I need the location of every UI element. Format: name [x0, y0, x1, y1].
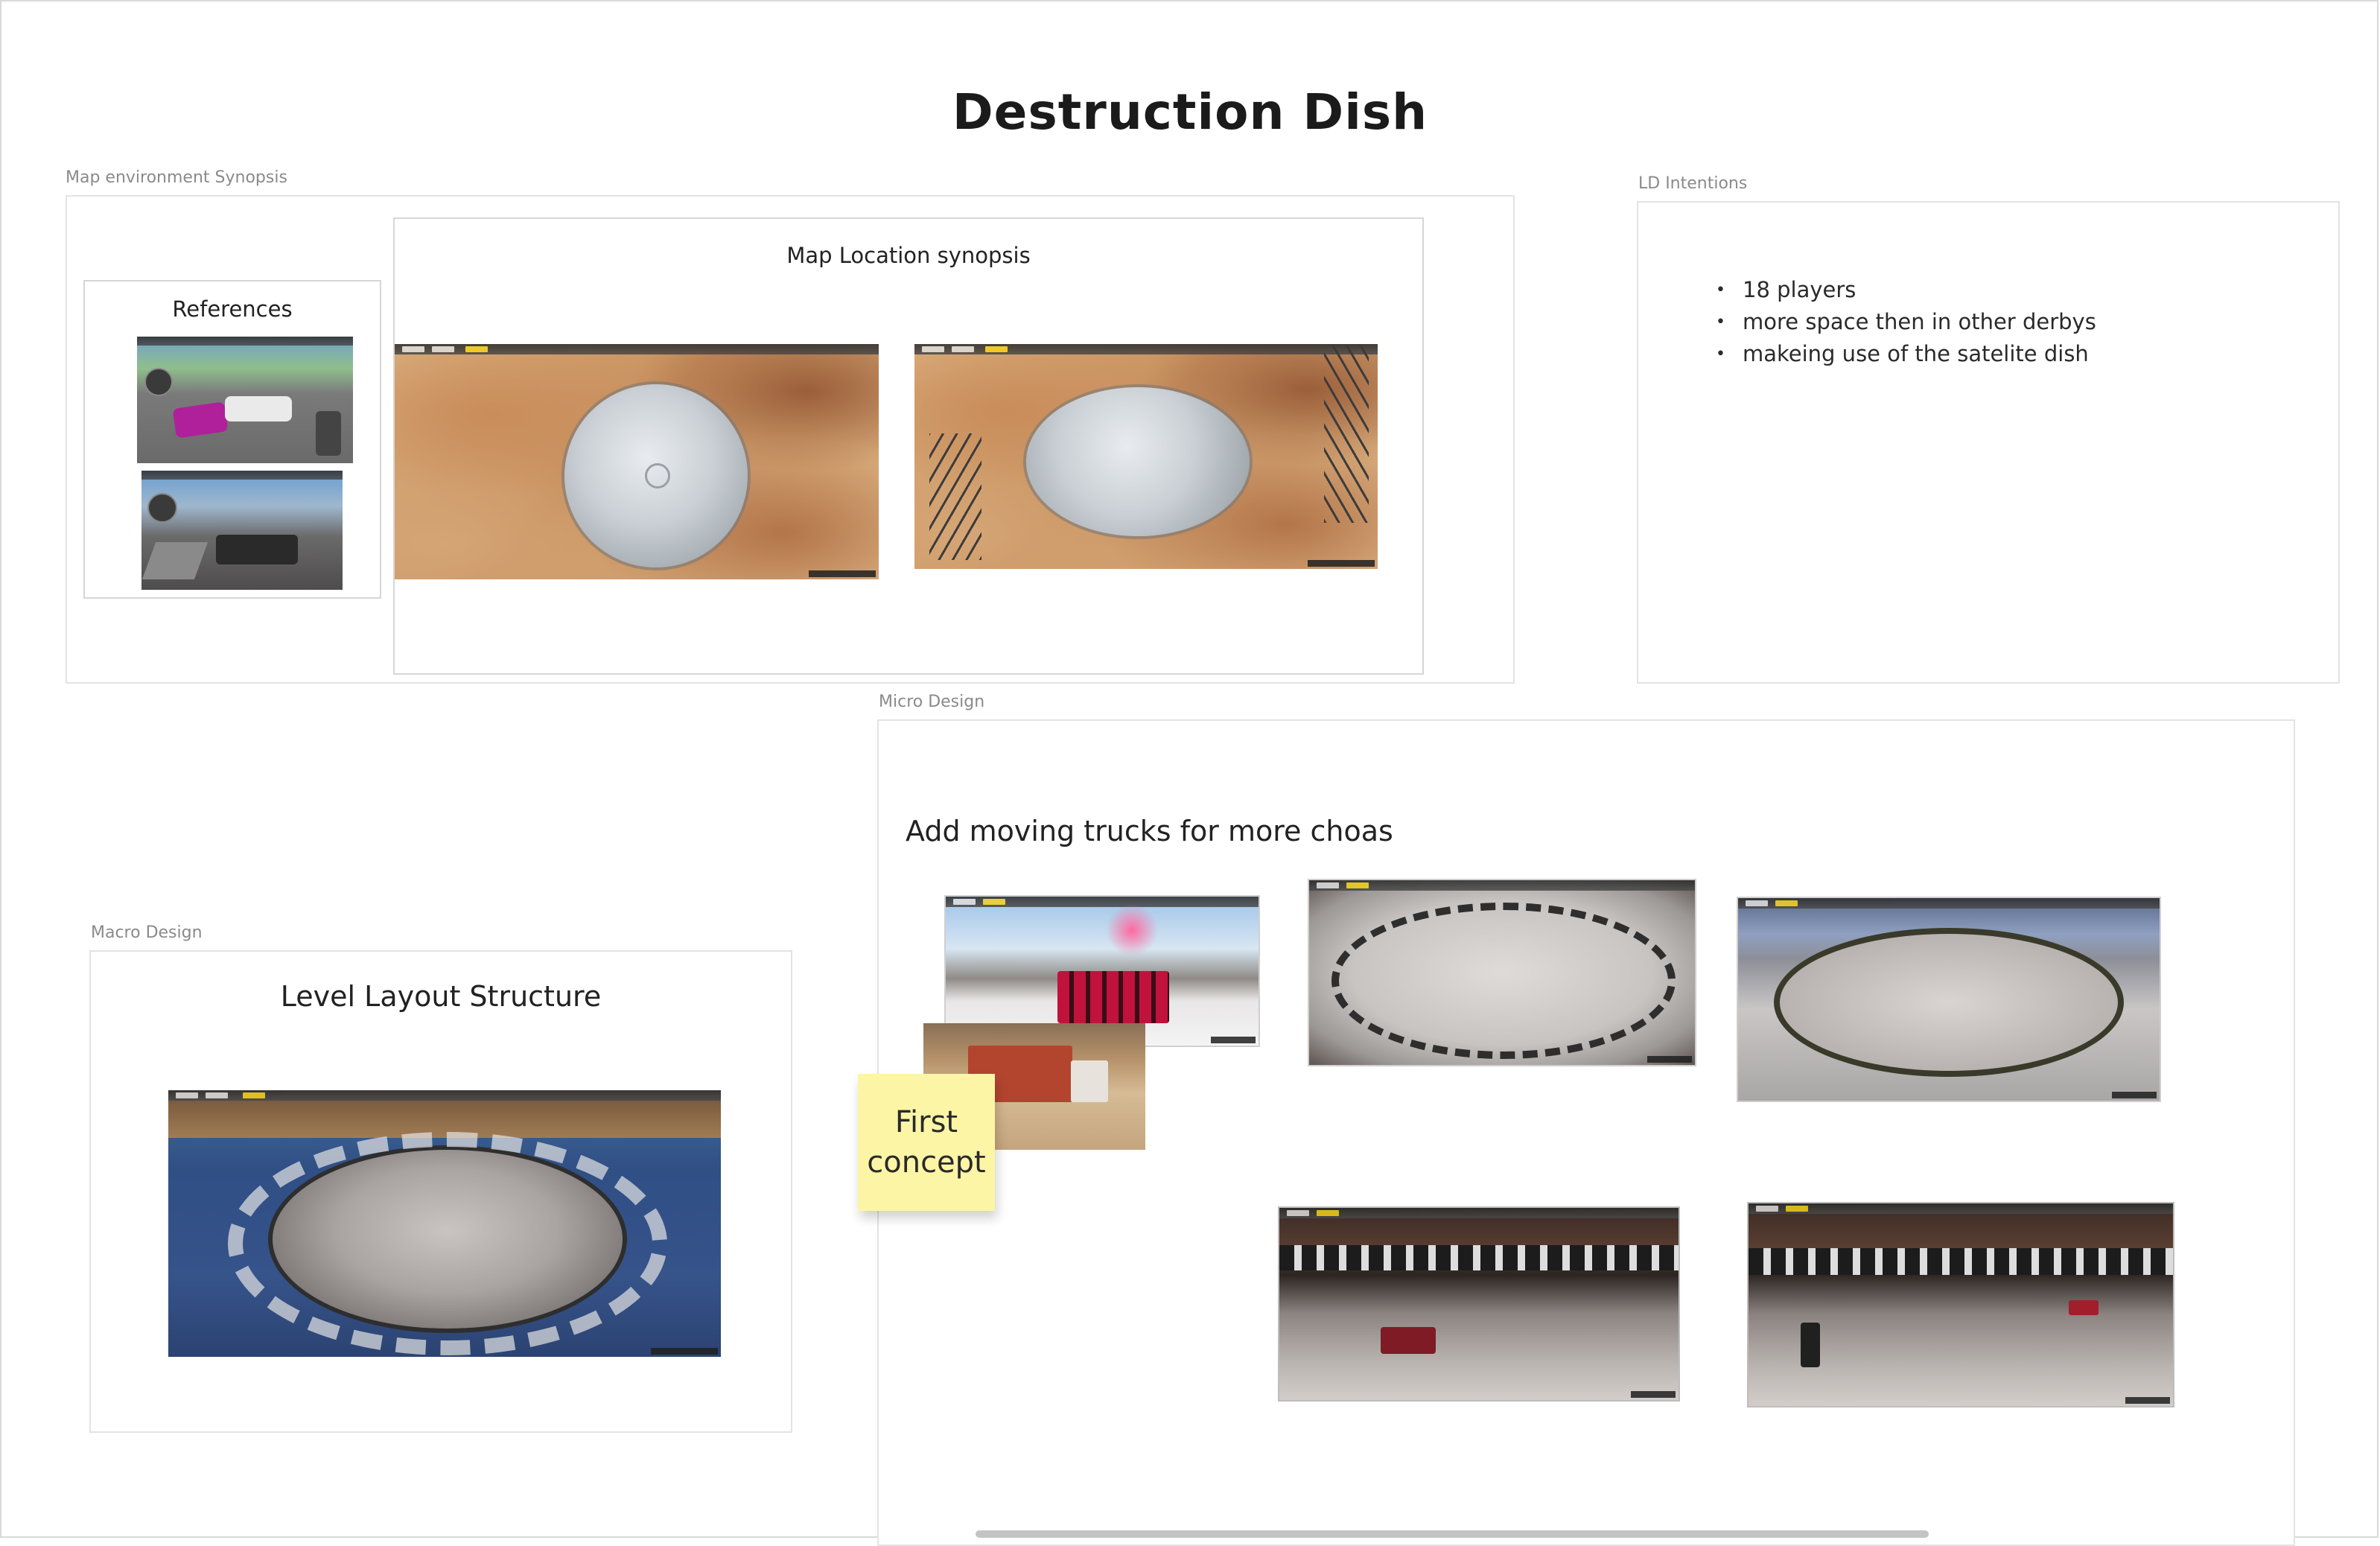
horizontal-scrollbar[interactable]	[976, 1530, 1929, 1538]
reference-image-1[interactable]	[137, 337, 353, 463]
macro-level-layout-image[interactable]	[168, 1090, 721, 1357]
references-frame[interactable]: References	[83, 280, 381, 599]
frame-label-ld-intentions: LD Intentions	[1638, 174, 1748, 193]
micro-design-heading: Add moving trucks for more choas	[906, 815, 1393, 847]
ld-intentions-list: 18 players more space then in other derb…	[1716, 274, 2096, 370]
map-location-heading: Map Location synopsis	[786, 243, 1031, 268]
ld-intention-item: 18 players	[1716, 274, 2096, 306]
micro-image-night-1[interactable]	[1278, 1206, 1680, 1402]
map-location-image-topdown[interactable]	[395, 344, 879, 579]
reference-image-2[interactable]	[141, 471, 343, 590]
frame-label-micro-design: Micro Design	[879, 693, 985, 711]
references-heading: References	[172, 296, 293, 322]
ld-intention-item: more space then in other derbys	[1716, 306, 2096, 338]
frame-label-macro-design: Macro Design	[91, 923, 203, 942]
micro-image-arena-topdown[interactable]	[1308, 879, 1696, 1066]
micro-image-night-2[interactable]	[1747, 1202, 2174, 1407]
frame-label-map-environment: Map environment Synopsis	[66, 168, 287, 187]
board-title: Destruction Dish	[952, 83, 1428, 141]
map-location-image-perspective[interactable]	[914, 344, 1378, 569]
frame-ld-intentions[interactable]: 18 players more space then in other derb…	[1637, 201, 2340, 684]
sticky-note-first-concept[interactable]: First concept	[858, 1074, 995, 1211]
ld-intention-item: makeing use of the satelite dish	[1716, 338, 2096, 370]
micro-image-arena-perspective[interactable]	[1737, 897, 2161, 1102]
macro-design-heading: Level Layout Structure	[280, 980, 602, 1013]
